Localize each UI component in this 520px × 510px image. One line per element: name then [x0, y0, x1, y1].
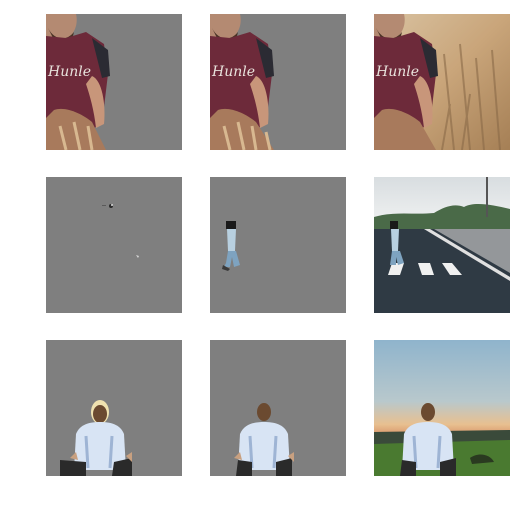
street-crossing-photo [374, 177, 510, 313]
shirt-text: Hunle [47, 64, 91, 80]
tile-r3c1-mask [46, 340, 182, 476]
tile-r3c3-photo [374, 340, 510, 476]
seated-person-mask-image-1 [46, 340, 182, 476]
tile-r3c2-mask [210, 340, 346, 476]
tile-r2c2-mask [210, 177, 346, 313]
shirt-text: Hunle [375, 64, 419, 80]
tile-r1c2-mask: Hunle [210, 14, 346, 150]
tile-r1c3-photo: Hunle [374, 14, 510, 150]
seated-person-mask-image-2 [210, 340, 346, 476]
person-crossing-mask-image [210, 177, 346, 313]
fragment-mask-image [46, 177, 182, 313]
man-wheat-field-photo: Hunle [374, 14, 510, 150]
man-mask-image-1: Hunle [46, 14, 182, 150]
tile-r1c1-mask: Hunle [46, 14, 182, 150]
shirt-text: Hunle [211, 64, 255, 80]
image-grid: Hunle Hunle Hunle [0, 0, 520, 510]
tile-r2c1-mask [46, 177, 182, 313]
tile-r2c3-photo [374, 177, 510, 313]
sunset-meditation-photo [374, 340, 510, 476]
man-mask-image-2: Hunle [210, 14, 346, 150]
